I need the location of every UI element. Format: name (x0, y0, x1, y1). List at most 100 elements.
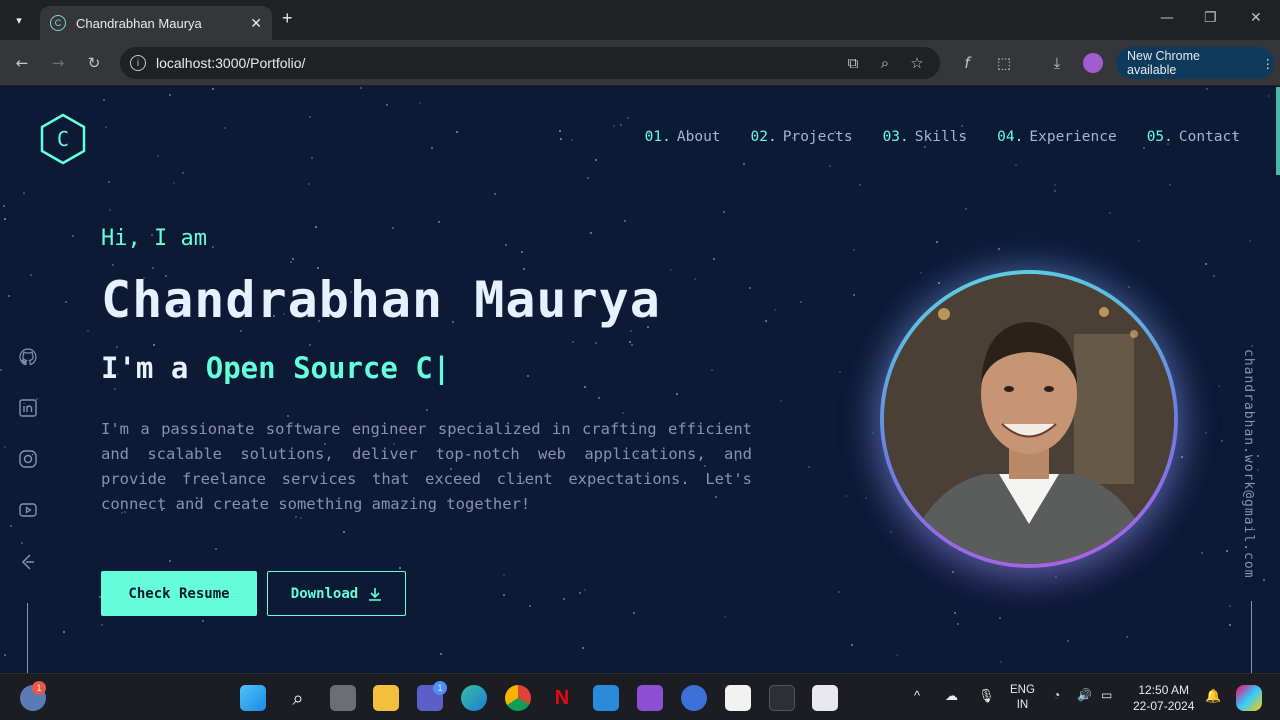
back-icon[interactable]: ← (13, 54, 31, 72)
site-info-icon[interactable]: i (130, 55, 146, 71)
hero-name: Chandrabhan Maurya (101, 271, 661, 329)
star (1213, 275, 1215, 277)
download-arrow-icon (369, 587, 382, 601)
nav-item-skills[interactable]: 03. Skills (883, 129, 968, 145)
star (1229, 605, 1231, 607)
leetcode-icon[interactable] (18, 552, 38, 572)
volume-icon[interactable]: 🔊 (1077, 688, 1092, 702)
task-view-icon[interactable] (330, 685, 356, 711)
address-bar[interactable]: i localhost:3000/Portfolio/ (120, 47, 940, 79)
download-button[interactable]: Download (267, 571, 406, 616)
star (694, 278, 696, 280)
star (308, 183, 310, 185)
star (572, 341, 574, 343)
nav-label: Projects (782, 129, 853, 145)
star (224, 127, 226, 129)
open-in-app-icon[interactable]: ⧉ (844, 54, 862, 72)
star (724, 616, 726, 618)
star (1263, 579, 1265, 581)
browser-app-icon[interactable] (681, 685, 707, 711)
youtube-icon[interactable] (18, 500, 38, 520)
star (631, 344, 633, 346)
start-icon[interactable] (240, 685, 266, 711)
download-label: Download (290, 585, 359, 602)
clock-time: 12:50 AM (1138, 683, 1190, 697)
file-explorer-icon[interactable] (373, 685, 399, 711)
nav-item-projects[interactable]: 02. Projects (751, 129, 853, 145)
star (998, 248, 1000, 250)
star (1205, 263, 1207, 265)
star (749, 287, 751, 289)
star (116, 346, 118, 348)
tab-search-icon[interactable]: ▾ (8, 10, 30, 30)
star (343, 531, 345, 533)
page-scrollbar[interactable] (1276, 87, 1280, 175)
star (1000, 661, 1002, 663)
forward-icon[interactable]: → (49, 54, 67, 72)
notification-bell-icon[interactable]: 🔔 (1205, 688, 1221, 704)
star (527, 375, 529, 377)
edge-icon[interactable] (461, 685, 487, 711)
star (711, 369, 713, 371)
github-icon[interactable] (18, 347, 38, 367)
download-icon[interactable]: ⤓ (1048, 54, 1066, 72)
bookmark-star-icon[interactable]: ☆ (908, 54, 926, 72)
hero-bio: I'm a passionate software engineer speci… (101, 420, 752, 513)
star (1251, 345, 1253, 347)
capcut-icon[interactable] (725, 685, 751, 711)
mic-icon[interactable]: 🎙 (978, 688, 995, 704)
snipping-tool-icon[interactable] (812, 685, 838, 711)
nav-item-about[interactable]: 01. About (645, 129, 721, 145)
chrome-icon[interactable] (505, 685, 531, 711)
zoom-icon[interactable]: ⌕ (876, 54, 894, 72)
tray-chevron-icon[interactable]: ^ (914, 688, 920, 703)
new-chrome-button[interactable]: New Chrome available ⋮ (1116, 47, 1274, 79)
star (571, 139, 573, 141)
minimize-icon[interactable]: — (1160, 10, 1174, 26)
instagram-icon[interactable] (18, 449, 38, 469)
nav-item-contact[interactable]: 05. Contact (1147, 129, 1240, 145)
star (1138, 240, 1140, 242)
portfolio-page: C 01. About 02. Projects 03. Skills 04. Experie… (0, 87, 1280, 673)
wifi-icon[interactable]: ◔ (1053, 688, 1060, 702)
restore-icon[interactable]: ❐ (1204, 10, 1217, 26)
check-resume-button[interactable]: Check Resume (101, 571, 257, 616)
close-tab-icon[interactable]: ✕ (250, 15, 262, 32)
right-divider (1251, 601, 1252, 673)
netflix-icon[interactable]: N (549, 685, 575, 711)
star (670, 269, 672, 271)
nav-number: 04. (997, 129, 1024, 145)
email-link[interactable]: chandrabhan.work@gmail.com (1241, 349, 1256, 579)
language-indicator[interactable]: ENG IN (1010, 683, 1035, 713)
reload-icon[interactable]: ↻ (85, 54, 103, 72)
star (87, 330, 89, 332)
search-icon[interactable]: ⌕ (285, 685, 311, 711)
browser-tab[interactable]: C Chandrabhan Maurya ✕ (40, 6, 272, 40)
star (1055, 576, 1057, 578)
tab-favicon: C (50, 15, 66, 31)
nav-label: Skills (914, 129, 968, 145)
app-icon[interactable] (637, 685, 663, 711)
star (1109, 212, 1111, 214)
close-window-icon[interactable]: ✕ (1250, 10, 1262, 26)
more-menu-icon[interactable]: ⋮ (1262, 56, 1275, 71)
extensions-icon[interactable]: ⬚ (995, 54, 1013, 72)
star (10, 525, 12, 527)
star (957, 623, 959, 625)
star (72, 235, 74, 237)
nav-item-experience[interactable]: 04. Experience (997, 129, 1117, 145)
terminal-icon[interactable] (769, 685, 795, 711)
new-tab-icon[interactable]: + (282, 8, 293, 29)
linkedin-icon[interactable] (18, 398, 38, 418)
profile-avatar[interactable] (1083, 53, 1103, 73)
vscode-icon[interactable] (593, 685, 619, 711)
clock[interactable]: 12:50 AM 22-07-2024 (1133, 682, 1194, 714)
battery-icon[interactable]: ▭ (1101, 688, 1112, 702)
copilot-icon[interactable] (1236, 685, 1262, 711)
logo-icon[interactable]: C (40, 113, 86, 165)
main-nav: 01. About 02. Projects 03. Skills 04. Experienc… (645, 129, 1240, 145)
font-icon[interactable]: f (958, 54, 976, 72)
star (63, 631, 65, 633)
onedrive-icon[interactable]: ☁ (945, 688, 958, 704)
star (1181, 456, 1183, 458)
